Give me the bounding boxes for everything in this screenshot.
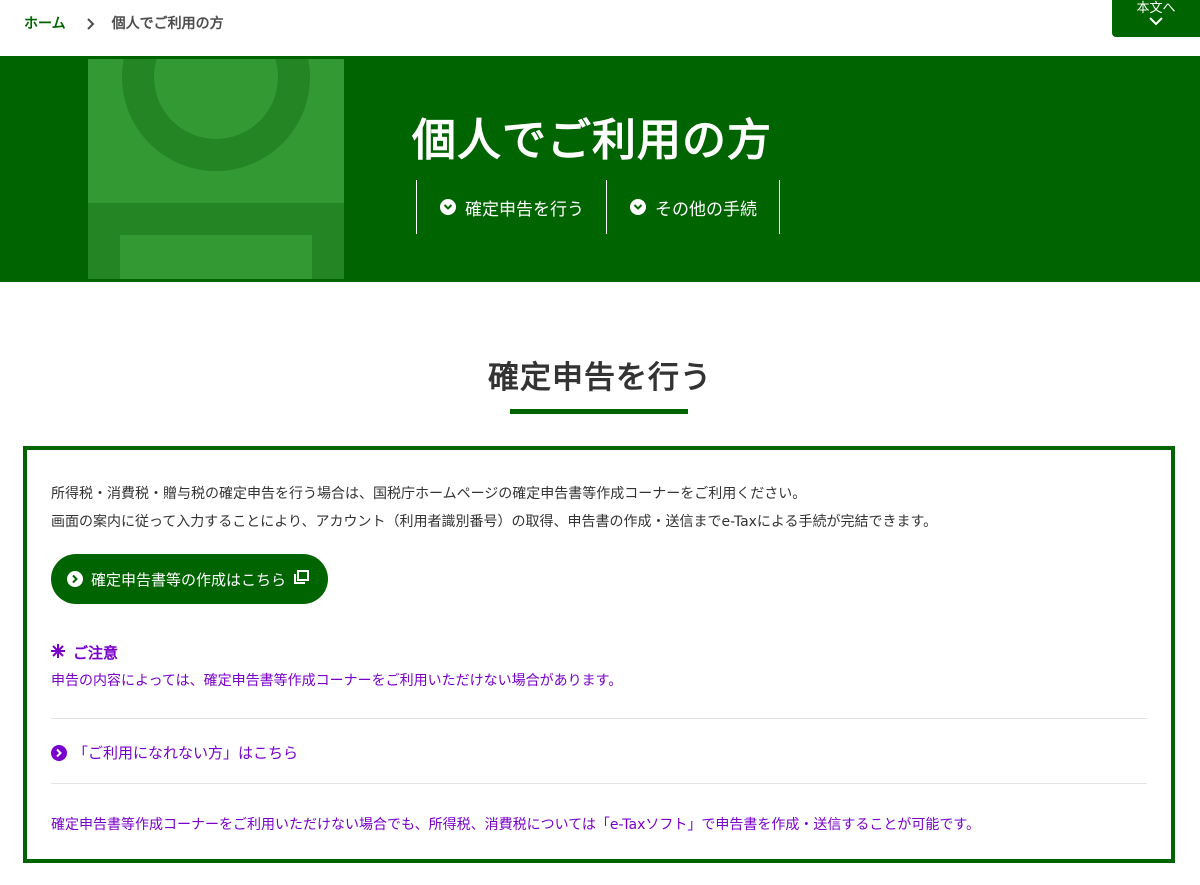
create-return-label: 確定申告書等の作成はこちら [91, 570, 287, 589]
divider [51, 783, 1147, 784]
etax-software-note: 確定申告書等作成コーナーをご利用いただけない場合でも、所得税、消費税については「… [51, 817, 980, 833]
external-window-icon [294, 570, 310, 588]
chevron-down-circle-icon [630, 199, 646, 215]
notice-text: 申告の内容によっては、確定申告書等作成コーナーをご利用いただけない場合があります… [51, 673, 623, 689]
anchor-link-kakutei-shinkoku[interactable]: 確定申告を行う [417, 180, 607, 234]
divider [51, 718, 1147, 719]
section-heading: 確定申告を行う [488, 360, 712, 396]
kakutei-shinkoku-panel: 所得税・消費税・贈与税の確定申告を行う場合は、国税庁ホームページの確定申告書等作… [23, 446, 1175, 863]
chevron-right-circle-icon [51, 744, 67, 761]
unavailable-users-link-label: 「ご利用になれない方」はこちら [73, 744, 299, 762]
skip-to-content-button[interactable]: 本文へ [1112, 0, 1200, 37]
breadcrumb: ホーム 個人でご利用の方 [24, 13, 224, 33]
section-heading-underline [510, 409, 688, 414]
top-bar: ホーム 個人でご利用の方 本文へ [0, 0, 1200, 56]
breadcrumb-current: 個人でご利用の方 [111, 16, 224, 32]
create-return-button[interactable]: 確定申告書等の作成はこちら [51, 554, 328, 604]
anchor-link-other-procedures[interactable]: その他の手続 [607, 180, 780, 234]
notice-heading: ご注意 [51, 642, 118, 663]
person-illustration [88, 59, 344, 279]
breadcrumb-home-link[interactable]: ホーム [24, 13, 66, 33]
chevron-down-circle-icon [440, 199, 456, 215]
intro-line: 画面の案内に従って入力することにより、アカウント（利用者識別番号）の取得、申告書… [51, 514, 938, 530]
anchor-link-label: 確定申告を行う [465, 199, 584, 220]
intro-text: 所得税・消費税・贈与税の確定申告を行う場合は、国税庁ホームページの確定申告書等作… [51, 480, 937, 536]
chevron-down-icon [1149, 17, 1163, 26]
page-title: 個人でご利用の方 [412, 115, 772, 166]
intro-line: 所得税・消費税・贈与税の確定申告を行う場合は、国税庁ホームページの確定申告書等作… [51, 486, 807, 502]
anchor-link-label: その他の手続 [655, 199, 757, 220]
hero-anchor-nav: 確定申告を行う その他の手続 [416, 180, 780, 234]
unavailable-users-link[interactable]: 「ご利用になれない方」はこちら [51, 742, 298, 763]
chevron-right-icon [86, 18, 96, 30]
chevron-right-circle-icon [67, 571, 83, 587]
notice-title: ご注意 [73, 644, 119, 662]
asterisk-icon [51, 643, 65, 662]
hero-banner: 個人でご利用の方 確定申告を行う その他の手続 [0, 56, 1200, 282]
skip-to-content-label: 本文へ [1136, 1, 1176, 16]
